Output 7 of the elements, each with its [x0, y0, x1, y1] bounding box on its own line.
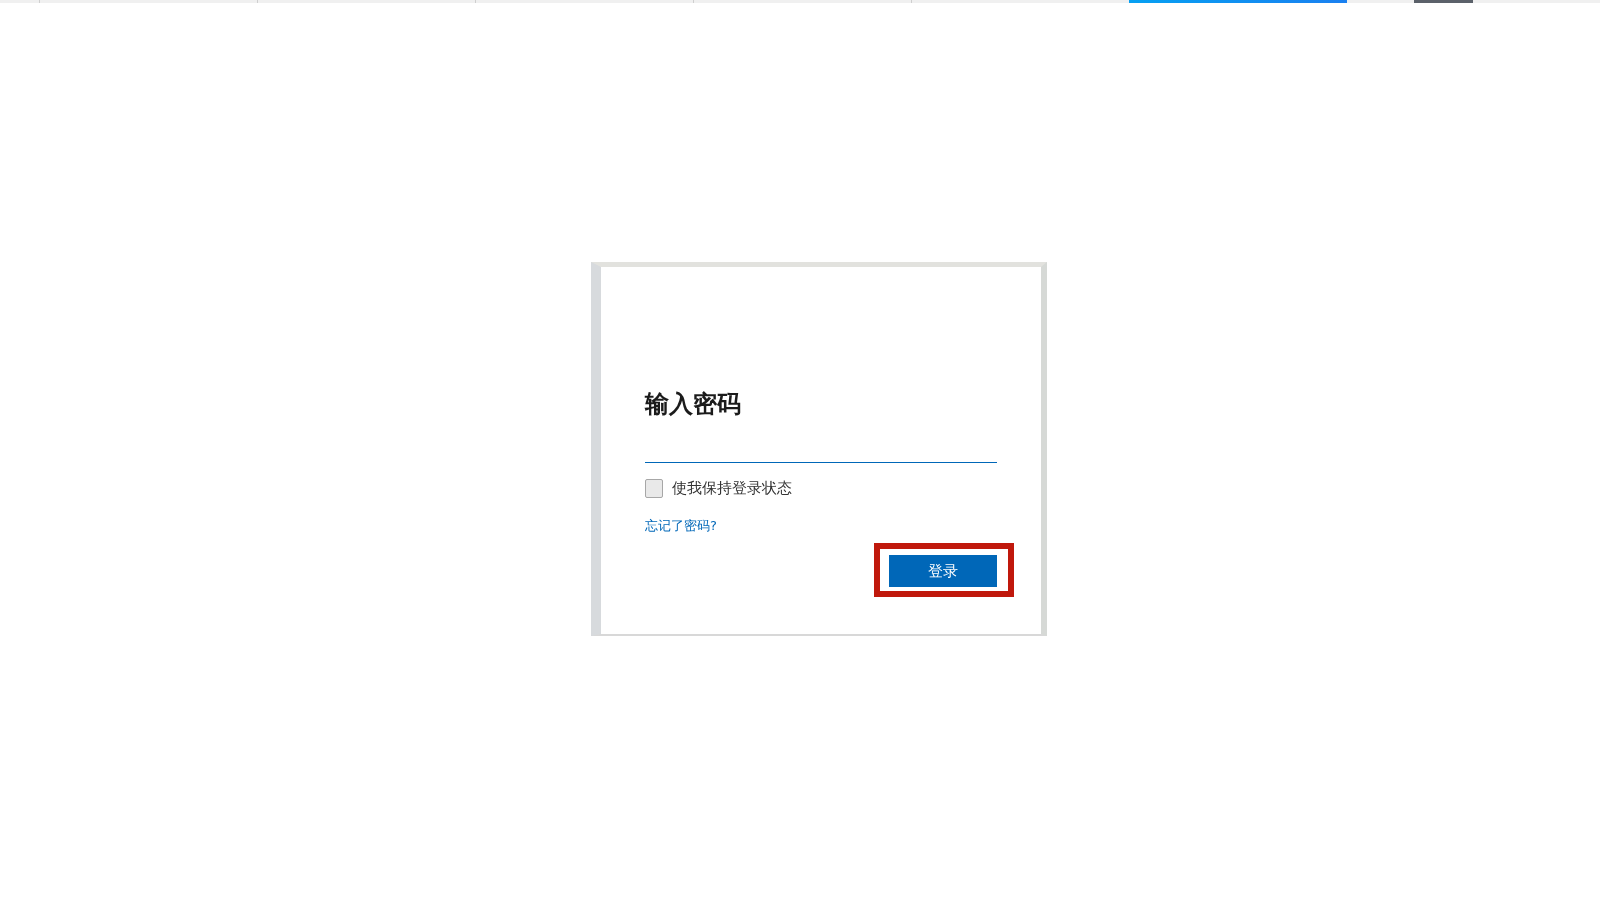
strip-marker — [1414, 0, 1473, 3]
page-title: 输入密码 — [645, 389, 742, 419]
forgot-password-link[interactable]: 忘记了密码? — [645, 518, 717, 534]
checkbox-label[interactable]: 使我保持登录状态 — [672, 478, 792, 498]
checkbox[interactable] — [645, 478, 663, 498]
sign-in-button[interactable]: 登录 — [889, 555, 997, 587]
browser-tab[interactable] — [1129, 0, 1347, 3]
